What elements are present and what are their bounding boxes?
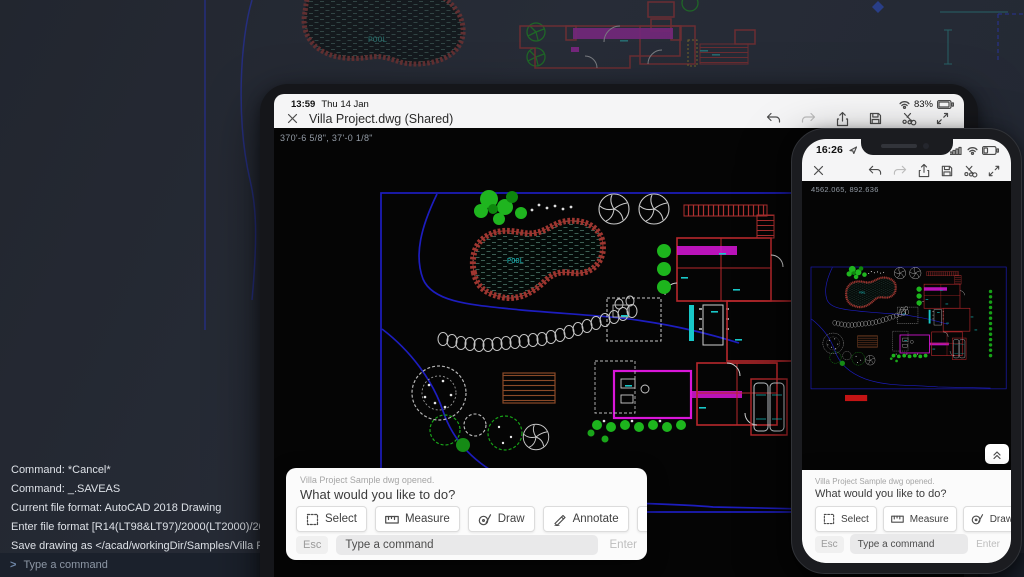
select-button[interactable]: Select bbox=[296, 506, 367, 532]
location-arrow-icon bbox=[849, 146, 857, 154]
tablet-command-panel: Villa Project Sample dwg opened. What wo… bbox=[286, 468, 647, 560]
close-icon[interactable] bbox=[812, 164, 825, 177]
quick-trim-icon[interactable] bbox=[963, 164, 978, 178]
command-placeholder: Type a command bbox=[345, 539, 433, 551]
autocad-composite: POOL bbox=[0, 0, 1024, 577]
measure-button[interactable]: Measure bbox=[883, 506, 957, 532]
measure-button[interactable]: Measure bbox=[375, 506, 460, 532]
tablet-header: 13:59 Thu 14 Jan 83% Villa Project.dwg (… bbox=[274, 94, 964, 128]
panel-prompt: What would you like to do? bbox=[815, 488, 946, 500]
save-icon[interactable] bbox=[940, 164, 954, 178]
panel-prompt: What would you like to do? bbox=[300, 487, 455, 502]
button-label: Select bbox=[325, 513, 357, 525]
select-button[interactable]: Select bbox=[815, 506, 877, 532]
phone-device: 4562.065, 892.636 16:26 bbox=[791, 128, 1022, 574]
tool-button-row: Select Measure Draw Annotate bbox=[296, 506, 647, 532]
measure-icon bbox=[385, 513, 399, 526]
esc-button[interactable]: Esc bbox=[815, 536, 844, 553]
wifi-icon bbox=[967, 146, 978, 155]
expand-icon[interactable] bbox=[935, 111, 950, 126]
document-title: Villa Project.dwg (Shared) bbox=[309, 112, 453, 126]
command-input-row: Esc Type a command Enter bbox=[815, 534, 1000, 554]
share-icon[interactable] bbox=[835, 111, 850, 127]
wifi-icon bbox=[899, 100, 910, 109]
command-history: Command: *Cancel* Command: _.SAVEAS Curr… bbox=[11, 461, 301, 556]
draw-icon bbox=[478, 513, 492, 526]
quick-trim-button[interactable]: Quick Trim bbox=[637, 506, 647, 532]
phone-screen: 4562.065, 892.636 16:26 bbox=[802, 139, 1011, 563]
status-time: 16:26 bbox=[816, 144, 843, 156]
phone-toolbar bbox=[802, 160, 1011, 181]
svg-text:POOL: POOL bbox=[368, 36, 387, 45]
expand-icon[interactable] bbox=[987, 164, 1001, 178]
command-input[interactable]: Type a command bbox=[850, 534, 968, 554]
battery-percent: 83% bbox=[914, 99, 933, 110]
measure-icon bbox=[891, 513, 904, 525]
chevrons-up-icon bbox=[991, 448, 1003, 460]
panel-status-message: Villa Project Sample dwg opened. bbox=[815, 477, 934, 486]
undo-icon[interactable] bbox=[867, 164, 883, 178]
undo-icon[interactable] bbox=[765, 111, 782, 126]
tool-button-row: Select Measure Draw bbox=[815, 506, 1011, 532]
command-line: Current file format: AutoCAD 2018 Drawin… bbox=[11, 499, 301, 518]
status-time: 13:59 bbox=[291, 99, 315, 110]
select-icon bbox=[823, 513, 835, 525]
select-icon bbox=[306, 513, 319, 526]
esc-button[interactable]: Esc bbox=[296, 536, 328, 554]
button-label: Select bbox=[841, 514, 869, 525]
phone-command-panel: Villa Project Sample dwg opened. What wo… bbox=[802, 470, 1011, 563]
battery-icon bbox=[937, 100, 954, 109]
command-input[interactable]: Type a command bbox=[336, 535, 597, 555]
save-icon[interactable] bbox=[868, 111, 883, 126]
redo-icon[interactable] bbox=[892, 164, 908, 178]
cellular-icon bbox=[950, 146, 963, 155]
annotate-icon bbox=[553, 513, 567, 526]
button-label: Draw bbox=[990, 514, 1011, 525]
command-input-row: Esc Type a command Enter bbox=[296, 535, 637, 555]
quick-trim-icon[interactable] bbox=[901, 111, 917, 126]
speaker-grille bbox=[881, 144, 917, 148]
tablet-toolbar: Villa Project.dwg (Shared) bbox=[274, 109, 964, 128]
draw-icon bbox=[971, 513, 984, 525]
command-line: Command: _.SAVEAS bbox=[11, 480, 301, 499]
command-line: Command: *Cancel* bbox=[11, 461, 301, 480]
button-label: Draw bbox=[498, 513, 525, 525]
enter-button[interactable]: Enter bbox=[610, 539, 638, 551]
status-date: Thu 14 Jan bbox=[321, 99, 369, 110]
phone-notch bbox=[861, 139, 953, 155]
enter-button[interactable]: Enter bbox=[976, 539, 1000, 550]
command-line: Enter file format [R14(LT98&LT97)/2000(L… bbox=[11, 518, 301, 537]
battery-icon bbox=[982, 146, 999, 155]
share-icon[interactable] bbox=[917, 163, 931, 178]
cursor-coordinates: 4562.065, 892.636 bbox=[811, 185, 879, 194]
command-input-placeholder[interactable]: Type a command bbox=[23, 559, 107, 571]
draw-button[interactable]: Draw bbox=[963, 506, 1011, 532]
draw-button[interactable]: Draw bbox=[468, 506, 535, 532]
annotate-button[interactable]: Annotate bbox=[543, 506, 629, 532]
command-prompt-icon: > bbox=[10, 559, 16, 571]
command-placeholder: Type a command bbox=[858, 539, 935, 550]
camera-dot bbox=[923, 143, 929, 149]
phone-cad-canvas[interactable]: 4562.065, 892.636 bbox=[802, 181, 1011, 470]
redo-icon[interactable] bbox=[800, 111, 817, 126]
button-label: Measure bbox=[405, 513, 450, 525]
button-label: Measure bbox=[910, 514, 949, 525]
expand-panel-button[interactable] bbox=[985, 444, 1009, 464]
bg-pool bbox=[304, 0, 463, 64]
button-label: Annotate bbox=[573, 513, 619, 525]
cursor-coordinates: 370'-6 5/8", 37'-0 1/8" bbox=[280, 133, 373, 143]
panel-status-message: Villa Project Sample dwg opened. bbox=[300, 475, 434, 485]
close-icon[interactable] bbox=[286, 112, 299, 125]
